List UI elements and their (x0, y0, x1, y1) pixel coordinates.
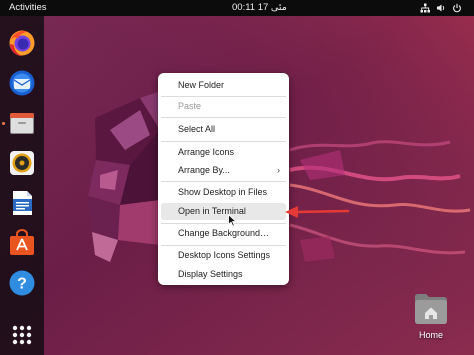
thunderbird-icon (9, 70, 35, 96)
desktop-screen: Activities 00:11 مئی 17 ? New Folder Pas… (0, 0, 474, 355)
desktop-home-folder[interactable]: Home (405, 291, 457, 347)
desktop-context-menu: New Folder Paste Select All Arrange Icon… (158, 73, 289, 285)
menu-item-label: Show Desktop in Files (178, 187, 268, 197)
volume-icon (437, 4, 445, 12)
chevron-right-icon: › (277, 165, 280, 175)
mouse-cursor-icon (228, 214, 237, 227)
rhythmbox-icon (10, 151, 34, 175)
clock-button[interactable]: 00:11 مئی 17 (232, 0, 287, 16)
software-icon (10, 229, 34, 255)
menu-item-paste[interactable]: Paste (161, 98, 286, 115)
menu-separator (161, 117, 286, 118)
system-tray[interactable] (420, 3, 462, 13)
menu-item-label: Change Background… (178, 228, 270, 238)
menu-item-label: Paste (178, 101, 202, 111)
help-icon: ? (9, 270, 35, 296)
writer-icon (13, 191, 32, 215)
menu-item-show-desktop-in-files[interactable]: Show Desktop in Files (161, 184, 286, 201)
network-icon (420, 3, 430, 13)
menu-item-label: Arrange Icons (178, 147, 235, 157)
menu-separator (161, 141, 286, 142)
dock-item-rhythmbox[interactable] (7, 148, 37, 178)
activities-button[interactable]: Activities (9, 0, 46, 16)
dock-item-thunderbird[interactable] (7, 68, 37, 98)
app-grid-icon (12, 325, 32, 345)
menu-item-display-settings[interactable]: Display Settings (161, 266, 286, 283)
dock-item-help[interactable]: ? (7, 268, 37, 298)
dock: ? (0, 16, 44, 355)
help-glyph: ? (17, 276, 27, 293)
menu-item-arrange-by[interactable]: Arrange By... › (161, 162, 286, 179)
dock-item-files[interactable] (7, 108, 37, 138)
menu-item-arrange-icons[interactable]: Arrange Icons (161, 144, 286, 161)
home-folder-icon (415, 294, 447, 324)
annotation-arrow-icon (285, 206, 350, 218)
home-folder-label: Home (418, 330, 443, 340)
menu-item-desktop-icons-settings[interactable]: Desktop Icons Settings (161, 247, 286, 264)
dock-item-software[interactable] (7, 228, 37, 258)
menu-separator (161, 181, 286, 182)
power-icon (453, 3, 461, 13)
menu-item-label: Arrange By... (178, 165, 230, 175)
dock-item-writer[interactable] (7, 188, 37, 218)
menu-separator (161, 223, 286, 224)
menu-item-label: Desktop Icons Settings (178, 250, 271, 260)
menu-item-label: Display Settings (178, 269, 243, 279)
menu-item-change-background[interactable]: Change Background… (161, 225, 286, 242)
menu-separator (161, 96, 286, 97)
menu-item-label: Select All (178, 124, 216, 134)
menu-item-label: New Folder (178, 80, 225, 90)
menu-item-open-in-terminal[interactable]: Open in Terminal (161, 203, 286, 220)
menu-separator (161, 245, 286, 246)
dock-item-firefox[interactable] (7, 28, 37, 58)
top-bar: Activities 00:11 مئی 17 (0, 0, 474, 16)
running-indicator (2, 122, 5, 125)
files-icon (10, 113, 34, 134)
menu-item-new-folder[interactable]: New Folder (161, 77, 286, 94)
menu-item-select-all[interactable]: Select All (161, 121, 286, 138)
firefox-icon (9, 30, 35, 56)
show-applications-button[interactable] (7, 320, 37, 350)
